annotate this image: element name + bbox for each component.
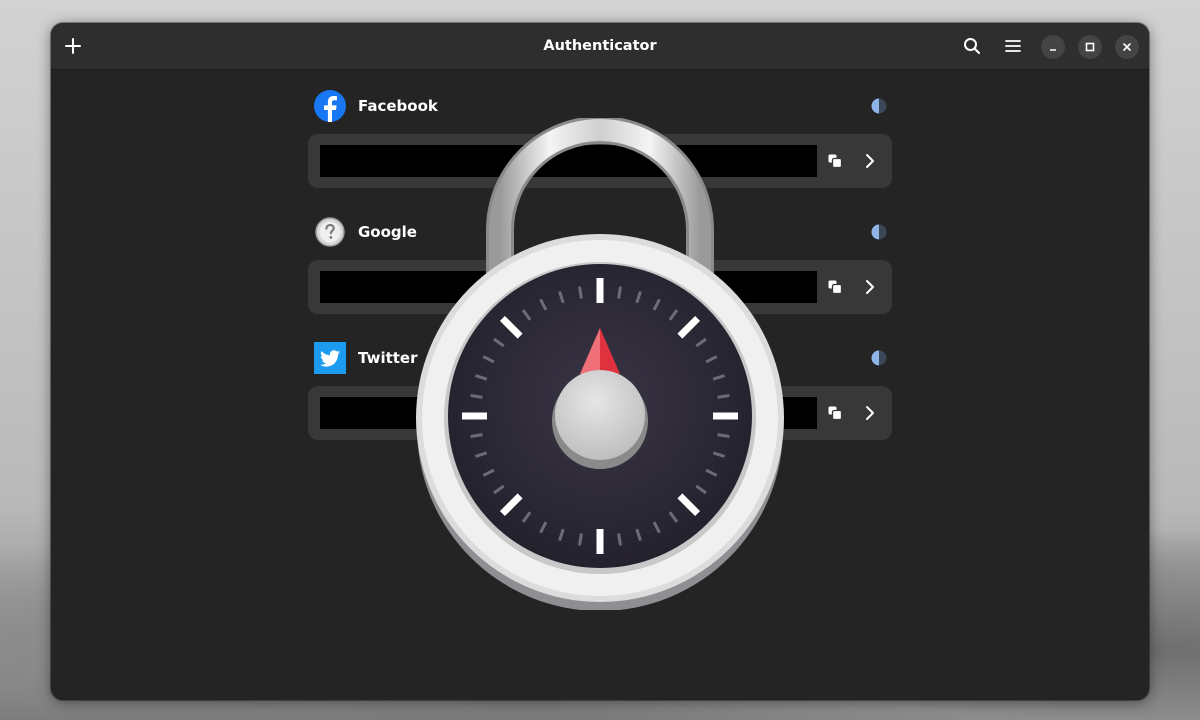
dial-tick (470, 394, 483, 399)
hamburger-menu-icon (1005, 40, 1021, 52)
main-menu-button[interactable] (999, 32, 1027, 60)
copy-icon (828, 154, 842, 168)
minimize-button[interactable] (1041, 35, 1065, 59)
headerbar: Authenticator (51, 23, 1149, 70)
twitter-logo-icon (314, 342, 346, 374)
provider-name: Twitter (358, 349, 418, 367)
chevron-right-icon (866, 154, 874, 168)
search-icon (964, 38, 981, 55)
close-icon (1123, 43, 1131, 51)
dial-tick (578, 286, 583, 299)
dial-tick (578, 533, 583, 546)
close-button[interactable] (1115, 35, 1139, 59)
maximize-button[interactable] (1078, 35, 1102, 59)
timer-icon (871, 98, 887, 114)
copy-code-button[interactable] (821, 147, 849, 175)
timer-icon (871, 224, 887, 240)
search-button[interactable] (958, 32, 986, 60)
provider-name: Google (358, 223, 417, 241)
chevron-right-icon (866, 280, 874, 294)
copy-icon (828, 406, 842, 420)
copy-icon (828, 280, 842, 294)
maximize-icon (1085, 42, 1095, 52)
facebook-logo-icon (314, 90, 346, 122)
account-details-button[interactable] (856, 399, 884, 427)
dial-tick (717, 433, 730, 438)
account-details-button[interactable] (856, 147, 884, 175)
dial-tick (470, 433, 483, 438)
account-details-button[interactable] (856, 273, 884, 301)
copy-code-button[interactable] (821, 273, 849, 301)
dial-tick (617, 533, 622, 546)
dial-tick (717, 394, 730, 399)
chevron-right-icon (866, 406, 874, 420)
unknown-provider-icon (315, 217, 345, 247)
dial-tick (617, 286, 622, 299)
copy-code-button[interactable] (821, 399, 849, 427)
timer-icon (871, 350, 887, 366)
minimize-icon (1050, 49, 1056, 51)
padlock-combination-icon (416, 118, 784, 610)
